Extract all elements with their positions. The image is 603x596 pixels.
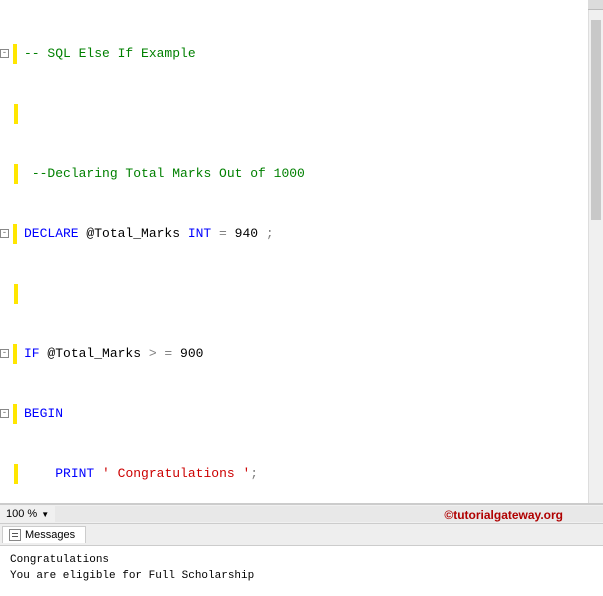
horizontal-scrollbar[interactable]: ©tutorialgateway.org	[55, 506, 603, 522]
messages-icon	[9, 529, 21, 541]
change-marker	[14, 164, 18, 184]
change-marker	[14, 284, 18, 304]
fold-box-icon[interactable]: -	[0, 49, 9, 58]
scrollbar-thumb[interactable]	[591, 20, 601, 220]
messages-output[interactable]: Congratulations You are eligible for Ful…	[0, 546, 603, 590]
change-marker	[13, 404, 17, 424]
watermark-text: ©tutorialgateway.org	[444, 508, 563, 522]
change-marker	[14, 464, 18, 484]
code-editor[interactable]: - -- SQL Else If Example --Declaring Tota…	[0, 0, 603, 504]
fold-box-icon[interactable]: -	[0, 349, 9, 358]
output-line: Congratulations	[10, 552, 593, 568]
change-marker	[13, 224, 17, 244]
change-marker	[13, 344, 17, 364]
zoom-level: 100 %	[6, 508, 37, 520]
change-marker	[14, 104, 18, 124]
fold-box-icon[interactable]: -	[0, 409, 9, 418]
tab-messages[interactable]: Messages	[2, 526, 86, 543]
vertical-scrollbar[interactable]	[588, 0, 603, 503]
zoom-status-bar: 100 % ▼ ©tutorialgateway.org	[0, 504, 603, 524]
zoom-dropdown[interactable]: 100 % ▼	[4, 508, 51, 520]
output-line: You are eligible for Full Scholarship	[10, 568, 593, 584]
fold-box-icon[interactable]: -	[0, 229, 9, 238]
code-comment: --Declaring Total Marks Out of 1000	[32, 166, 305, 181]
chevron-down-icon: ▼	[41, 510, 49, 519]
tab-label: Messages	[25, 529, 75, 541]
results-tabs: Messages	[0, 524, 603, 546]
change-marker	[13, 44, 17, 64]
code-comment: -- SQL Else If Example	[24, 46, 196, 61]
split-handle-icon[interactable]	[588, 0, 603, 10]
